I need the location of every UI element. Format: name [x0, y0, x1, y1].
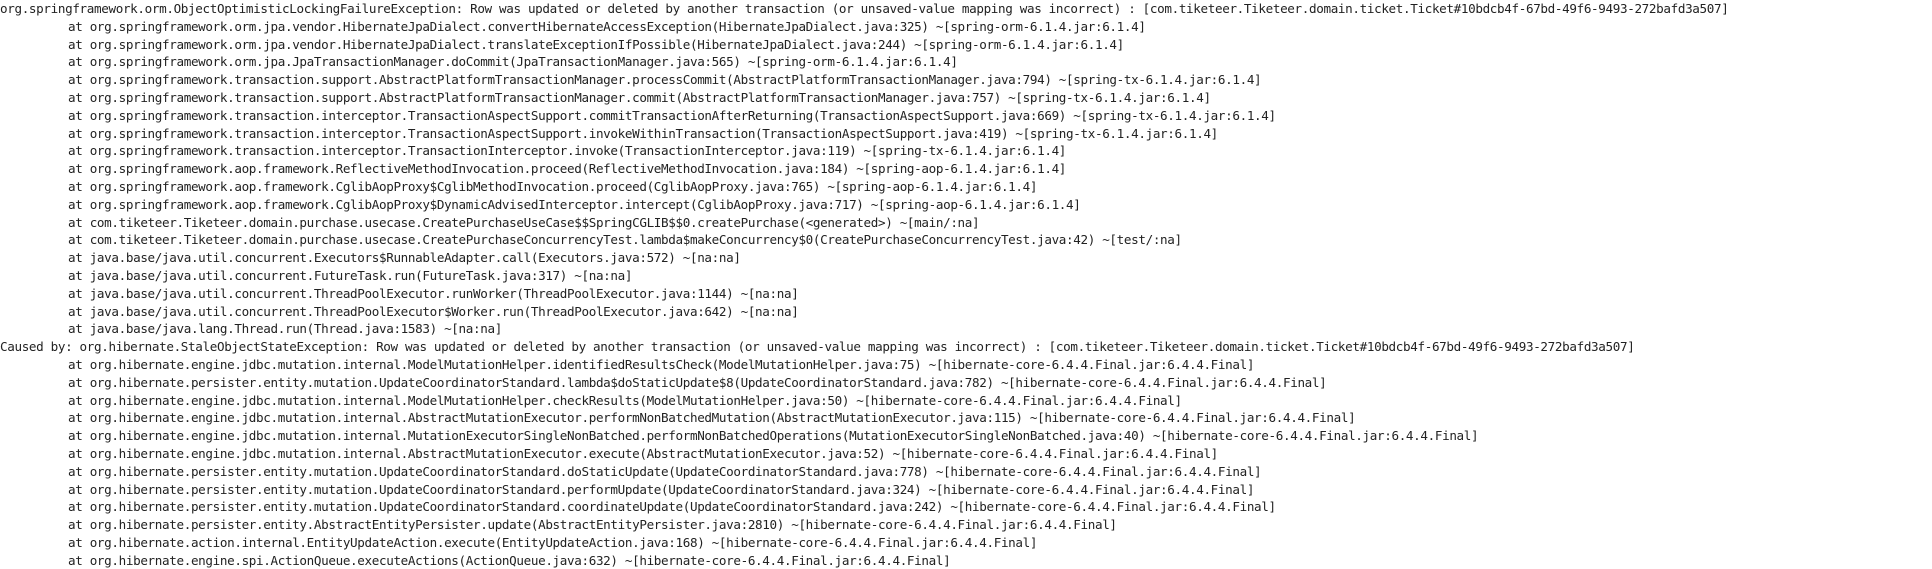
- stack-trace-line: at org.hibernate.engine.jdbc.mutation.in…: [68, 410, 1356, 426]
- stack-trace-line: at org.springframework.aop.framework.Ref…: [68, 161, 1067, 177]
- stack-trace-line: at org.hibernate.engine.spi.ActionQueue.…: [68, 552, 951, 568]
- exception-header-line: Caused by: org.hibernate.StaleObjectStat…: [0, 339, 1635, 355]
- stack-trace-line: at java.base/java.util.concurrent.Execut…: [68, 250, 741, 266]
- stack-trace-line: at org.hibernate.action.internal.EntityU…: [68, 534, 1038, 550]
- stack-trace-line: at java.base/java.util.concurrent.Thread…: [68, 303, 799, 319]
- stack-trace-line: at org.hibernate.persister.entity.mutati…: [68, 463, 1262, 479]
- stack-trace-line: at org.hibernate.persister.entity.mutati…: [68, 374, 1327, 390]
- stack-trace-line: at org.hibernate.engine.jdbc.mutation.in…: [68, 428, 1479, 444]
- stack-trace-line: at java.base/java.util.concurrent.Future…: [68, 267, 633, 283]
- stack-trace-line: at org.springframework.orm.jpa.vendor.Hi…: [68, 36, 1124, 52]
- stack-trace-line: at org.springframework.orm.jpa.vendor.Hi…: [68, 18, 1146, 34]
- stack-trace-line: at com.tiketeer.Tiketeer.domain.purchase…: [68, 214, 980, 230]
- stack-trace-line: at java.base/java.lang.Thread.run(Thread…: [68, 321, 502, 337]
- console-output[interactable]: org.springframework.orm.ObjectOptimistic…: [0, 0, 1932, 569]
- stack-trace-line: at org.springframework.transaction.inter…: [68, 107, 1276, 123]
- stack-trace-line: at org.springframework.transaction.inter…: [68, 143, 1067, 159]
- stack-trace-line: at org.hibernate.engine.jdbc.mutation.in…: [68, 356, 1255, 372]
- stack-trace-line: at org.springframework.aop.framework.Cgl…: [68, 196, 1081, 212]
- exception-header-line: org.springframework.orm.ObjectOptimistic…: [0, 1, 1729, 16]
- stack-trace-line: at org.hibernate.persister.entity.mutati…: [68, 499, 1276, 515]
- stack-trace-line: at org.hibernate.persister.entity.mutati…: [68, 481, 1255, 497]
- stack-trace-line: at org.springframework.orm.jpa.JpaTransa…: [68, 54, 958, 70]
- stack-trace-line: at org.springframework.transaction.suppo…: [68, 72, 1262, 88]
- stack-trace-line: at org.hibernate.engine.jdbc.mutation.in…: [68, 445, 1218, 461]
- stack-trace-line: at com.tiketeer.Tiketeer.domain.purchase…: [68, 232, 1182, 248]
- stack-trace-line: at org.springframework.transaction.suppo…: [68, 89, 1211, 105]
- stack-trace-line: at org.hibernate.engine.jdbc.mutation.in…: [68, 392, 1182, 408]
- stack-trace-line: at java.base/java.util.concurrent.Thread…: [68, 285, 799, 301]
- stack-trace-line: at org.springframework.transaction.inter…: [68, 125, 1218, 141]
- stack-trace-line: at org.hibernate.persister.entity.Abstra…: [68, 517, 1117, 533]
- stack-trace-line: at org.springframework.aop.framework.Cgl…: [68, 178, 1038, 194]
